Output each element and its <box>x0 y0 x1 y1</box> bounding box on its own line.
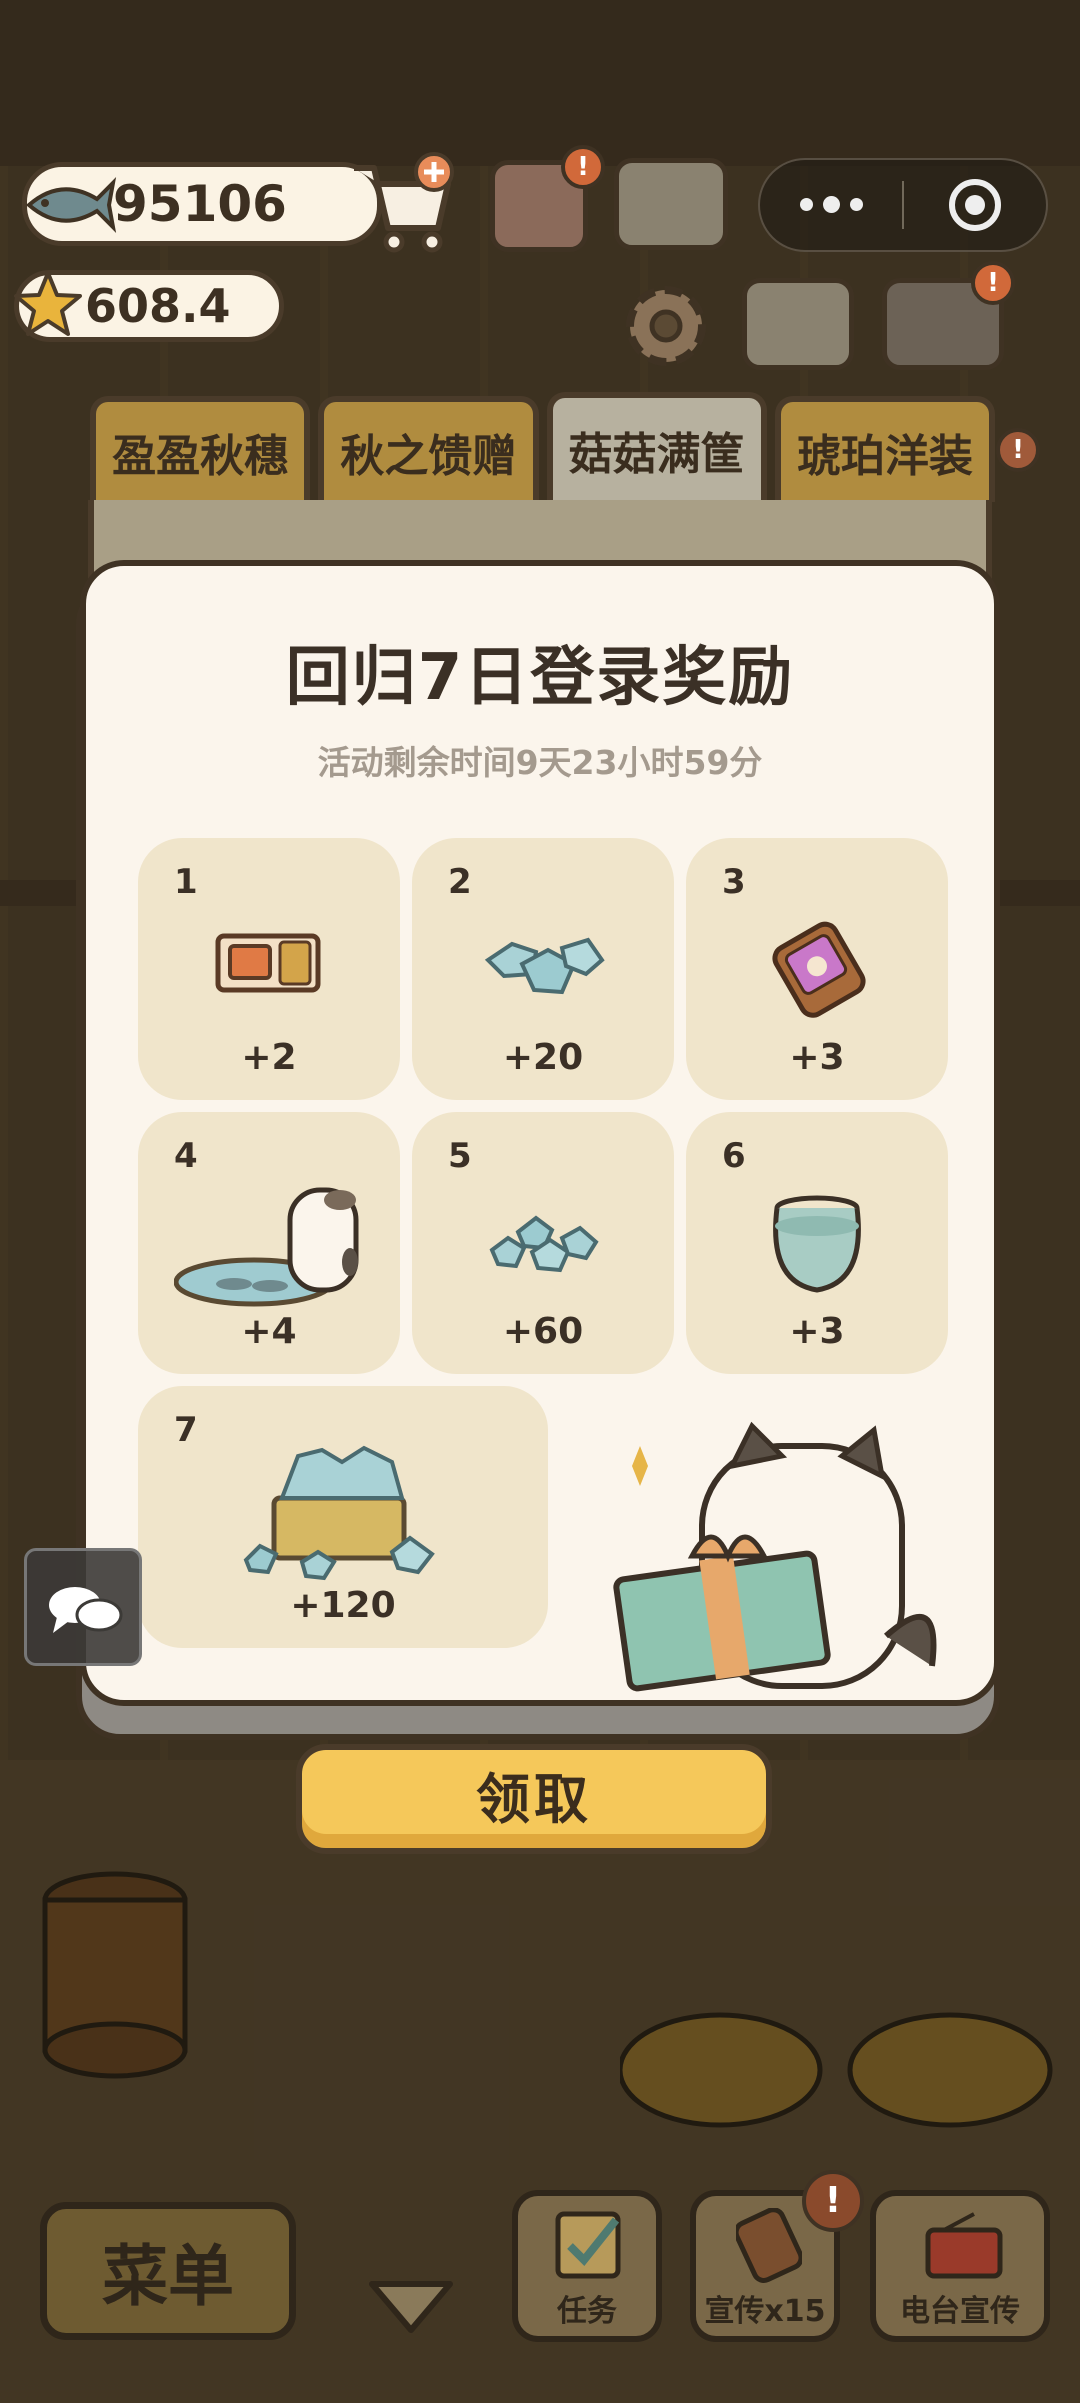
promo-label: 宣传x15 <box>704 2294 826 2329</box>
reward-amount: +20 <box>502 1037 584 1078</box>
reward-day: 5 <box>448 1136 472 1176</box>
task-label: 任务 <box>557 2294 617 2329</box>
close-program-button[interactable] <box>904 160 1046 250</box>
event-tabs: 盈盈秋穗 秋之馈赠 菇菇满筐 琥珀洋装 <box>90 392 995 502</box>
claim-reward-button[interactable]: 领取 <box>296 1744 772 1854</box>
star-icon <box>14 271 82 336</box>
reward-card-day-6[interactable]: 6 +3 <box>686 1112 948 1374</box>
reward-card-day-1[interactable]: 1 +2 <box>138 838 400 1100</box>
reward-day: 3 <box>722 862 746 902</box>
tab-autumn-harvest[interactable]: 盈盈秋穗 <box>90 396 311 502</box>
task-button[interactable]: 任务 <box>512 2190 662 2342</box>
promo-card-icon <box>772 921 866 1018</box>
cat-gift-mascot-icon <box>613 1421 937 1692</box>
fish-count: 95106 <box>113 175 287 233</box>
alert-badge-icon: ! <box>561 145 605 189</box>
shop-cart-icon[interactable] <box>348 150 458 254</box>
radio-icon <box>925 2212 1003 2279</box>
promo-card-icon <box>736 2208 802 2283</box>
map-button[interactable] <box>742 278 854 370</box>
modal-title: 回归7日登录奖励 <box>285 641 795 715</box>
tab-amber-dress[interactable]: 琥珀洋装 <box>774 396 995 502</box>
reward-card-day-2[interactable]: 2 +20 <box>412 838 674 1100</box>
star-currency-pill: 608.4 <box>14 270 284 342</box>
gems-icon <box>484 937 605 995</box>
glass-bowl-icon <box>773 1195 861 1293</box>
reward-day: 4 <box>174 1136 198 1176</box>
reward-amount: +60 <box>502 1311 584 1352</box>
reward-day: 1 <box>174 862 198 902</box>
settings-gear-icon[interactable] <box>616 276 716 376</box>
more-dots-icon <box>799 195 863 213</box>
reward-card-day-3[interactable]: 3 +3 <box>686 838 948 1100</box>
event-remaining-time: 活动剩余时间9天23小时59分 <box>317 743 763 782</box>
gem-pile-icon <box>489 1215 599 1273</box>
chat-button[interactable] <box>24 1548 142 1666</box>
chat-bubbles-icon <box>49 1587 123 1633</box>
reward-amount: +2 <box>241 1037 297 1078</box>
chevron-down-icon[interactable] <box>366 2276 456 2336</box>
mini-program-capsule <box>758 158 1048 252</box>
gem-basket-icon <box>243 1445 435 1581</box>
recipe-book-button[interactable] <box>614 158 728 250</box>
reward-day: 6 <box>722 1136 746 1176</box>
reward-day: 7 <box>174 1410 198 1450</box>
tab-mushroom-basket[interactable]: 菇菇满筐 <box>546 392 767 502</box>
star-count: 608.4 <box>85 279 231 333</box>
reward-card-day-5[interactable]: 5 +60 <box>412 1112 674 1374</box>
tv-ticket-icon <box>215 933 321 993</box>
alert-badge-icon: ! <box>996 428 1040 472</box>
fish-currency-pill: 95106 <box>22 162 382 246</box>
reward-card-day-7[interactable]: 7 +120 <box>138 1386 548 1648</box>
alert-badge-icon: ! <box>802 2170 864 2232</box>
tab-autumn-gift[interactable]: 秋之馈赠 <box>318 396 539 502</box>
radio-promo-button[interactable]: 电台宣传 <box>870 2190 1050 2342</box>
reward-amount: +3 <box>789 1311 845 1352</box>
toggle-panel-button[interactable]: ! <box>882 261 1015 370</box>
fish-icon <box>25 177 117 233</box>
radio-promo-label: 电台宣传 <box>900 2294 1020 2329</box>
reward-card-day-4[interactable]: 4 +4 <box>138 1112 400 1374</box>
alert-badge-icon: ! <box>971 261 1015 305</box>
cat-fish-pond-icon <box>174 1187 359 1307</box>
promo-button[interactable]: 宣传x15 ! <box>690 2170 864 2342</box>
menu-button[interactable]: 菜单 <box>40 2202 296 2340</box>
more-options-button[interactable] <box>760 160 902 250</box>
notice-board-button[interactable]: ! <box>490 145 605 252</box>
login-reward-modal: 回归7日登录奖励 活动剩余时间9天23小时59分 1 +2 2 +20 3 +3… <box>80 560 1000 1706</box>
reward-day: 2 <box>448 862 472 902</box>
reward-amount: +4 <box>241 1311 297 1352</box>
reward-amount: +3 <box>789 1037 845 1078</box>
target-close-icon <box>949 179 1001 231</box>
reward-amount: +120 <box>290 1585 396 1626</box>
checklist-icon <box>555 2211 621 2279</box>
